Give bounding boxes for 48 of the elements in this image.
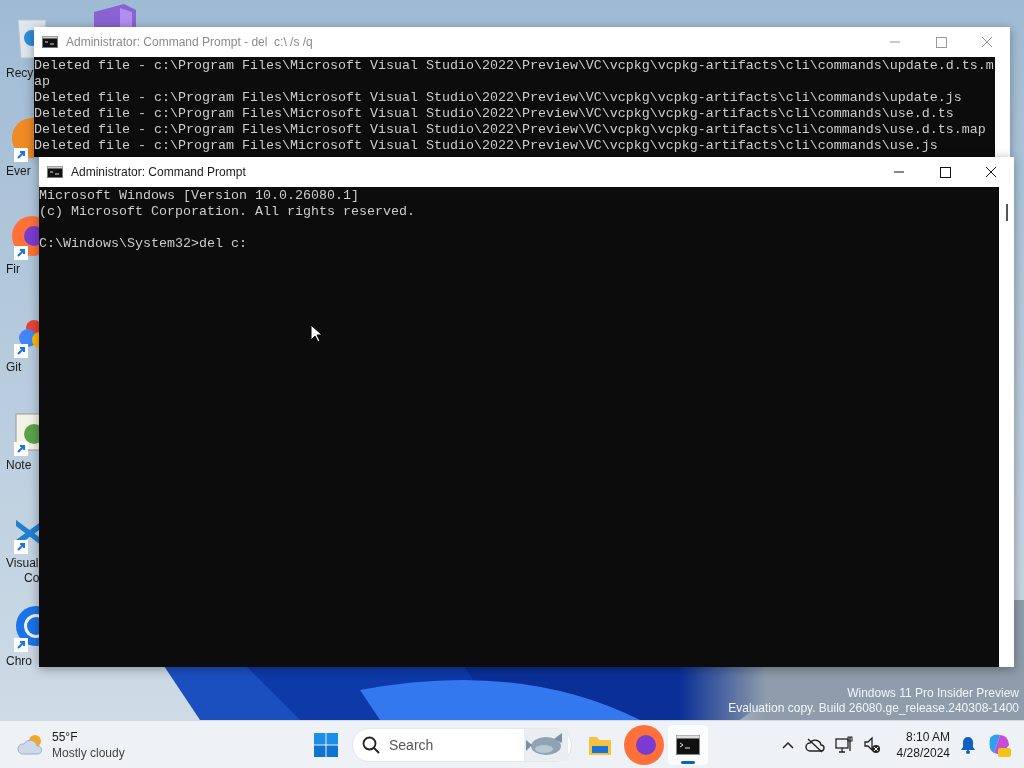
window-title: Administrator: Command Prompt (71, 165, 246, 179)
console-icon (42, 36, 58, 48)
shortcut-arrow-icon (14, 246, 28, 260)
windows-logo-icon (314, 732, 338, 757)
scrollbar-thumb[interactable] (1006, 204, 1008, 221)
scrollbar[interactable] (995, 57, 1010, 157)
desktop-icon-label[interactable]: Recy (6, 66, 34, 81)
window-title: Administrator: Command Prompt - del c:\ /s /q (66, 35, 313, 49)
desktop-icon-label[interactable]: Ever (6, 164, 31, 179)
app-icon (12, 118, 34, 158)
cloud-off-icon[interactable] (804, 736, 825, 753)
weather-temperature[interactable]: 55°F (52, 728, 125, 745)
chevron-up-icon[interactable] (780, 739, 795, 750)
desktop-icon-label[interactable]: Fir (6, 262, 20, 277)
console-line: Deleted file - c:\Program Files\Microsoft Visual Studio\2022\Preview\VC\vcpkg\vcpkg-artifacts\cli\commands\update.d.ts.m (34, 58, 994, 74)
firefox-icon (624, 724, 664, 765)
clock-date[interactable]: 4/28/2024 (896, 744, 950, 761)
taskbar-app-button[interactable] (668, 724, 708, 765)
desktop-icon-label[interactable]: Co (24, 571, 40, 586)
command-prompt-line: C:\Windows\System32>del c: (39, 236, 247, 252)
console-line: ap (34, 74, 50, 90)
console-line: Deleted file - c:\Program Files\Microsoft Visual Studio\2022\Preview\VC\vcpkg\vcpkg-artifacts\cli\commands\update.js (34, 90, 962, 106)
speaker-muted-icon[interactable] (862, 735, 881, 754)
console-line: Deleted file - c:\Program Files\Microsoft Visual Studio\2022\Preview\VC\vcpkg\vcpkg-artifacts\cli\commands\use.d.ts (34, 106, 954, 122)
terminal-icon (676, 734, 700, 755)
shortcut-arrow-icon (14, 638, 28, 652)
desktop-icon-label[interactable]: Visual (6, 556, 39, 571)
shortcut-arrow-icon (14, 148, 28, 162)
desktop-icon-label[interactable]: Git (6, 360, 22, 375)
shortcut-arrow-icon (14, 344, 28, 358)
network-icon[interactable] (834, 735, 853, 754)
shortcut-arrow-icon (14, 540, 28, 554)
weather-condition[interactable]: Mostly cloudy (52, 744, 125, 761)
watermark-text: Evaluation copy. Build 26080.ge_release.240308-1400 (728, 701, 1019, 716)
mouse-pointer-icon (310, 324, 322, 343)
console-line: Deleted file - c:\Program Files\Microsoft Visual Studio\2022\Preview\VC\vcpkg\vcpkg-artifacts\cli\commands\use.d.ts.map (34, 122, 986, 138)
console-line: Microsoft Windows [Version 10.0.26080.1] (39, 188, 359, 204)
bell-icon[interactable] (960, 735, 976, 754)
shortcut-arrow-icon (14, 442, 28, 456)
clock-time[interactable]: 8:10 AM (905, 728, 950, 745)
desktop-icon-label[interactable]: Chro (6, 654, 32, 669)
console-line: (c) Microsoft Corporation. All rights reserved. (39, 204, 415, 220)
console-icon (47, 166, 63, 178)
watermark-text: Windows 11 Pro Insider Preview (846, 686, 1019, 701)
desktop-icon-label[interactable]: Note (6, 458, 32, 473)
console-line: Deleted file - c:\Program Files\Microsoft Visual Studio\2022\Preview\VC\vcpkg\vcpkg-artifacts\cli\commands\use.js (34, 138, 938, 154)
search-icon (362, 735, 380, 754)
scrollbar[interactable] (999, 187, 1014, 667)
